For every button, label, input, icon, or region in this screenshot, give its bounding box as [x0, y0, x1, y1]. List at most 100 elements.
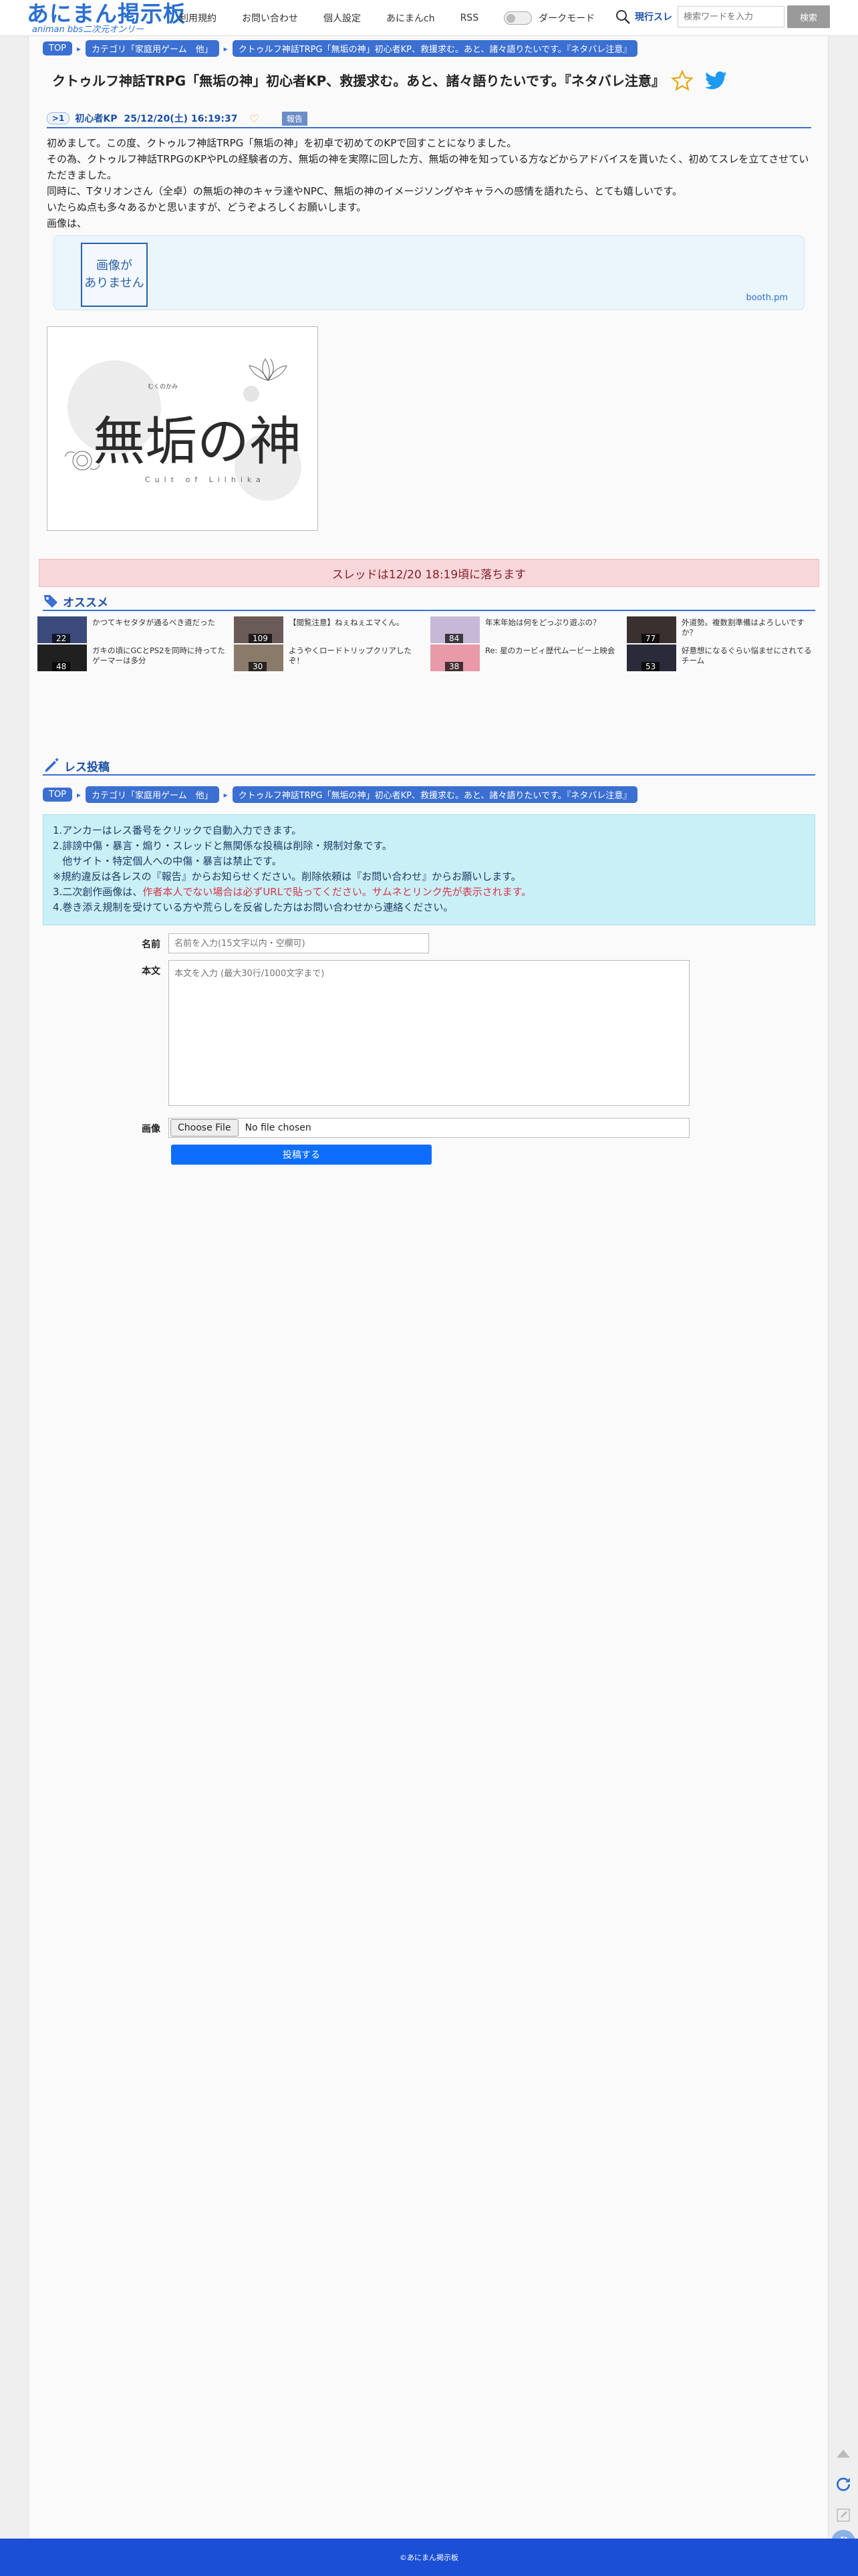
- link-preview-card[interactable]: 画像が ありません booth.pm: [53, 235, 805, 310]
- poster-name: 初心者KP: [75, 114, 118, 124]
- rule-warning: 作者本人でない場合は必ずURLで貼ってください。サムネとリンク先が表示されます。: [142, 886, 532, 898]
- submit-button[interactable]: 投稿する: [171, 1145, 432, 1165]
- search-bar: 現行スレ 検索: [615, 5, 830, 28]
- rule-line: 2.誹謗中傷・暴言・煽り・スレッドと無関係な投稿は削除・規制対象です。: [53, 840, 392, 852]
- post-line: いたらぬ点も多々あるかと思いますが、どうぞよろしくお願いします。: [47, 201, 367, 213]
- recommend-title: かつてキセタタが通るべき道だった: [92, 618, 215, 627]
- recommend-title: 好意想になるぐらい悩ませにされてるチーム: [682, 646, 812, 665]
- file-status: No file chosen: [245, 1123, 311, 1133]
- breadcrumb-category[interactable]: カテゴリ「家庭用ゲーム 他」: [86, 40, 219, 57]
- recommend-item[interactable]: 38 Re: 星のカービィ歴代ムービー上映会: [430, 645, 621, 671]
- recommend-item[interactable]: 77 外道勢。複数割準備はよろしいですか？: [627, 616, 818, 643]
- recommend-item[interactable]: 53 好意想になるぐらい悩ませにされてるチーム: [627, 645, 818, 671]
- breadcrumb-bottom: TOP ▸ カテゴリ「家庭用ゲーム 他」 ▸ クトゥルフ神話TRPG「無垢の神」…: [43, 786, 638, 803]
- breadcrumb-thread[interactable]: クトゥルフ神話TRPG「無垢の神」初心者KP、救援求む。あと、諸々語りたいです。…: [232, 786, 638, 803]
- breadcrumb-top[interactable]: TOP: [43, 788, 73, 802]
- recommend-item[interactable]: 48 ガキの頃にGCとPS2を同時に持ってたゲーマーは多分: [37, 645, 229, 671]
- main-nav: 利用規約 お問い合わせ 個人設定 あにまんch RSS ダークモード: [179, 11, 595, 25]
- rule-line: 4.巻き添え規制を受けている方や荒らしを反省した方はお問い合わせから連絡ください…: [53, 901, 454, 913]
- link-domain[interactable]: booth.pm: [746, 293, 788, 303]
- toggle-knob: [507, 14, 516, 23]
- recommend-list: 22 かつてキセタタが通るべき道だった 109 【閲覧注意】ねぇねぇエマくん。 …: [37, 616, 821, 677]
- recommend-title: 外道勢。複数割準備はよろしいですか？: [682, 618, 805, 637]
- image-subtitle: Cult of Lilhika: [145, 475, 265, 484]
- breadcrumb-separator: ▸: [77, 43, 82, 53]
- recommend-item[interactable]: 84 年末年始は何をどっぷり遊ぶの？: [430, 616, 621, 643]
- edit-icon: [837, 2508, 850, 2522]
- rule-line: 他サイト・特定個人への中傷・暴言は禁止です。: [53, 855, 282, 867]
- post-date: 25/12/20(土) 16:19:37: [124, 114, 238, 124]
- post-line: 画像は、: [47, 217, 88, 229]
- post-body: 初めまして。この度、クトゥルフ神話TRPG「無垢の神」を初卓で初めてのKPで回す…: [47, 135, 811, 231]
- post-header: >1 初心者KP 25/12/20(土) 16:19:37 ♡ 報告: [47, 110, 811, 128]
- search-scope-select[interactable]: 現行スレ: [635, 10, 672, 23]
- scroll-top-button[interactable]: [831, 2442, 855, 2466]
- no-image-placeholder: 画像が ありません: [81, 243, 148, 307]
- recommend-title: ようやくロードトリップクリアしたぞ！: [289, 646, 412, 665]
- recommend-title: 年末年始は何をどっぷり遊ぶの？: [485, 618, 601, 627]
- heart-icon[interactable]: ♡: [250, 112, 259, 125]
- search-button[interactable]: 検索: [787, 5, 830, 28]
- logo-subtitle: animan bbs二次元オンリー: [32, 25, 144, 35]
- thread-closing-notice: スレッドは12/20 18:19頃に落ちます: [39, 559, 819, 587]
- recommend-title: Re: 星のカービィ歴代ムービー上映会: [485, 646, 615, 655]
- recommend-thumbnail: 38: [430, 645, 480, 671]
- choose-file-button[interactable]: Choose File: [170, 1119, 239, 1137]
- res-number[interactable]: >1: [47, 112, 70, 124]
- nav-settings[interactable]: 個人設定: [323, 11, 361, 25]
- breadcrumb-top[interactable]: TOP: [43, 41, 73, 55]
- compose-button[interactable]: [831, 2503, 855, 2527]
- mukunokami-logo-image: 無垢の神 むくのかみ Cult of Lilhika: [64, 358, 301, 501]
- recommend-count: 84: [445, 634, 464, 643]
- recommend-thumbnail: 77: [627, 616, 676, 643]
- recommend-thumbnail: 109: [234, 616, 283, 643]
- image-kanji: 無垢の神: [93, 412, 301, 472]
- name-field[interactable]: [168, 933, 429, 953]
- nav-animanch[interactable]: あにまんch: [386, 11, 435, 25]
- reload-icon: [837, 2477, 851, 2491]
- site-header: あにまん掲示板 animan bbs二次元オンリー 利用規約 お問い合わせ 個人…: [0, 0, 858, 36]
- breadcrumb-separator: ▸: [77, 790, 82, 800]
- post-line: 初めまして。この度、クトゥルフ神話TRPG「無垢の神」を初卓で初めてのKPで回す…: [47, 137, 517, 149]
- name-label: 名前: [142, 939, 160, 950]
- recommend-thumbnail: 48: [37, 645, 87, 671]
- recommend-item[interactable]: 22 かつてキセタタが通るべき道だった: [37, 616, 229, 643]
- image-ruby: むくのかみ: [148, 383, 178, 390]
- post-image[interactable]: 無垢の神 むくのかみ Cult of Lilhika: [47, 326, 318, 531]
- recommend-item[interactable]: 30 ようやくロードトリップクリアしたぞ！: [234, 645, 425, 671]
- pencil-icon: [45, 757, 59, 772]
- reload-button[interactable]: [831, 2472, 855, 2496]
- favorite-star-icon[interactable]: [671, 70, 694, 92]
- copyright: ©あにまん掲示板: [400, 2553, 458, 2562]
- tag-icon: [44, 595, 57, 608]
- nav-rss[interactable]: RSS: [460, 13, 479, 23]
- recommend-count: 38: [445, 662, 464, 671]
- image-file-input[interactable]: Choose File No file chosen: [168, 1118, 690, 1138]
- recommend-count: 30: [249, 662, 267, 671]
- rule-text: 3.二次創作画像は、: [53, 886, 143, 898]
- recommend-count: 77: [641, 634, 660, 643]
- post-line: その為、クトゥルフ神話TRPGのKPやPLの経験者の方、無垢の神を実際に回した方…: [47, 153, 809, 181]
- breadcrumb-thread[interactable]: クトゥルフ神話TRPG「無垢の神」初心者KP、救援求む。あと、諸々語りたいです。…: [232, 40, 638, 57]
- breadcrumb-separator: ▸: [223, 790, 228, 800]
- recommend-item[interactable]: 109 【閲覧注意】ねぇねぇエマくん。: [234, 616, 425, 643]
- rule-line: 3.二次創作画像は、作者本人でない場合は必ずURLで貼ってください。サムネとリン…: [53, 885, 805, 900]
- site-logo[interactable]: あにまん掲示板 animan bbs二次元オンリー: [27, 3, 186, 35]
- report-button[interactable]: 報告: [281, 111, 307, 126]
- body-textarea[interactable]: [168, 960, 690, 1106]
- twitter-share-icon[interactable]: [705, 71, 728, 91]
- breadcrumb-separator: ▸: [223, 43, 228, 53]
- darkmode-label: ダークモード: [539, 13, 595, 24]
- darkmode-toggle[interactable]: [504, 11, 533, 25]
- nav-terms[interactable]: 利用規約: [179, 11, 217, 25]
- post-line: 同時に、Tタリオンさん（全卓）の無垢の神のキャラ達やNPC、無垢の神のイメージソ…: [47, 185, 683, 197]
- recommend-header: オススメ: [43, 592, 815, 611]
- logo-title: あにまん掲示板: [27, 1, 186, 27]
- arrow-up-icon: [837, 2450, 850, 2458]
- breadcrumb-category[interactable]: カテゴリ「家庭用ゲーム 他」: [86, 786, 219, 803]
- recommend-count: 109: [249, 634, 272, 643]
- reply-title: レス投稿: [64, 760, 110, 774]
- search-input[interactable]: [678, 6, 784, 27]
- nav-contact[interactable]: お問い合わせ: [242, 11, 298, 25]
- recommend-count: 48: [52, 662, 71, 671]
